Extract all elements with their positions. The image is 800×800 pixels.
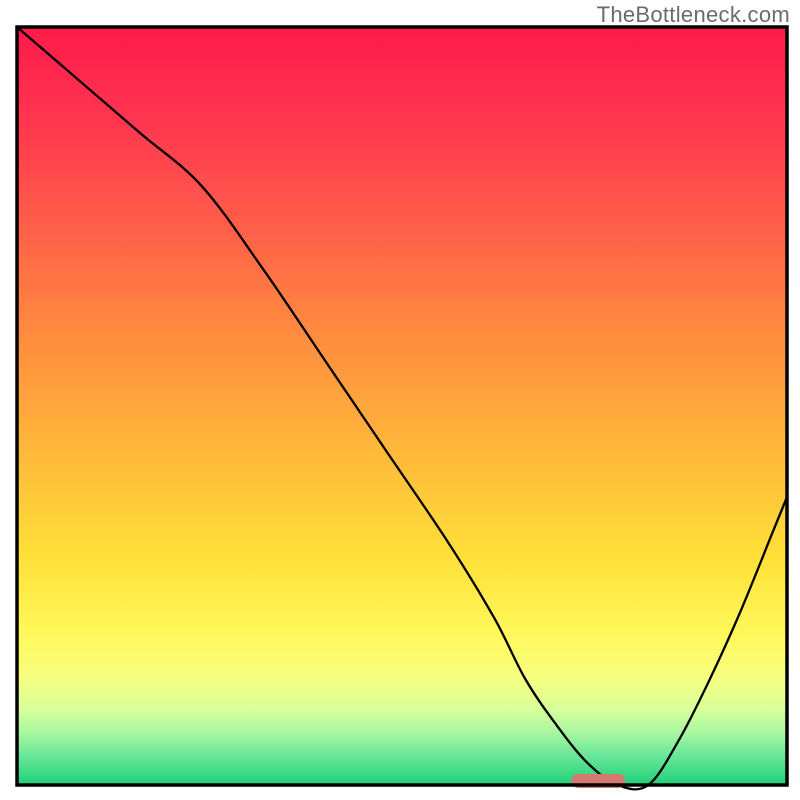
chart-container: TheBottleneck.com [0,0,800,800]
bottleneck-chart [0,0,800,800]
plot-background [17,27,787,785]
watermark-text: TheBottleneck.com [597,2,790,28]
